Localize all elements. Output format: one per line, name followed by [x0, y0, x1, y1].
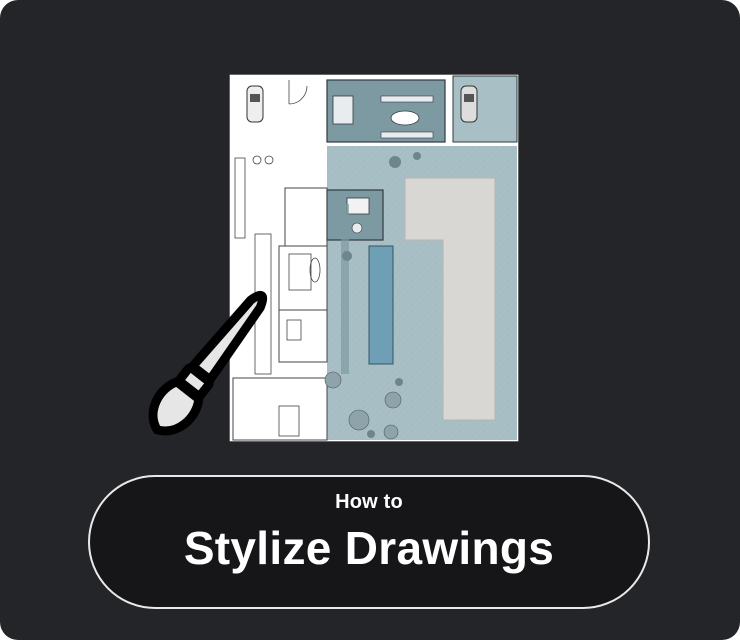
- floor-plan-illustration: [229, 74, 519, 442]
- subtitle-text: How to: [335, 491, 403, 513]
- title-pill: How to Stylize Drawings: [88, 475, 650, 609]
- tutorial-card: How to Stylize Drawings: [0, 0, 740, 640]
- title-text: Stylize Drawings: [183, 522, 555, 574]
